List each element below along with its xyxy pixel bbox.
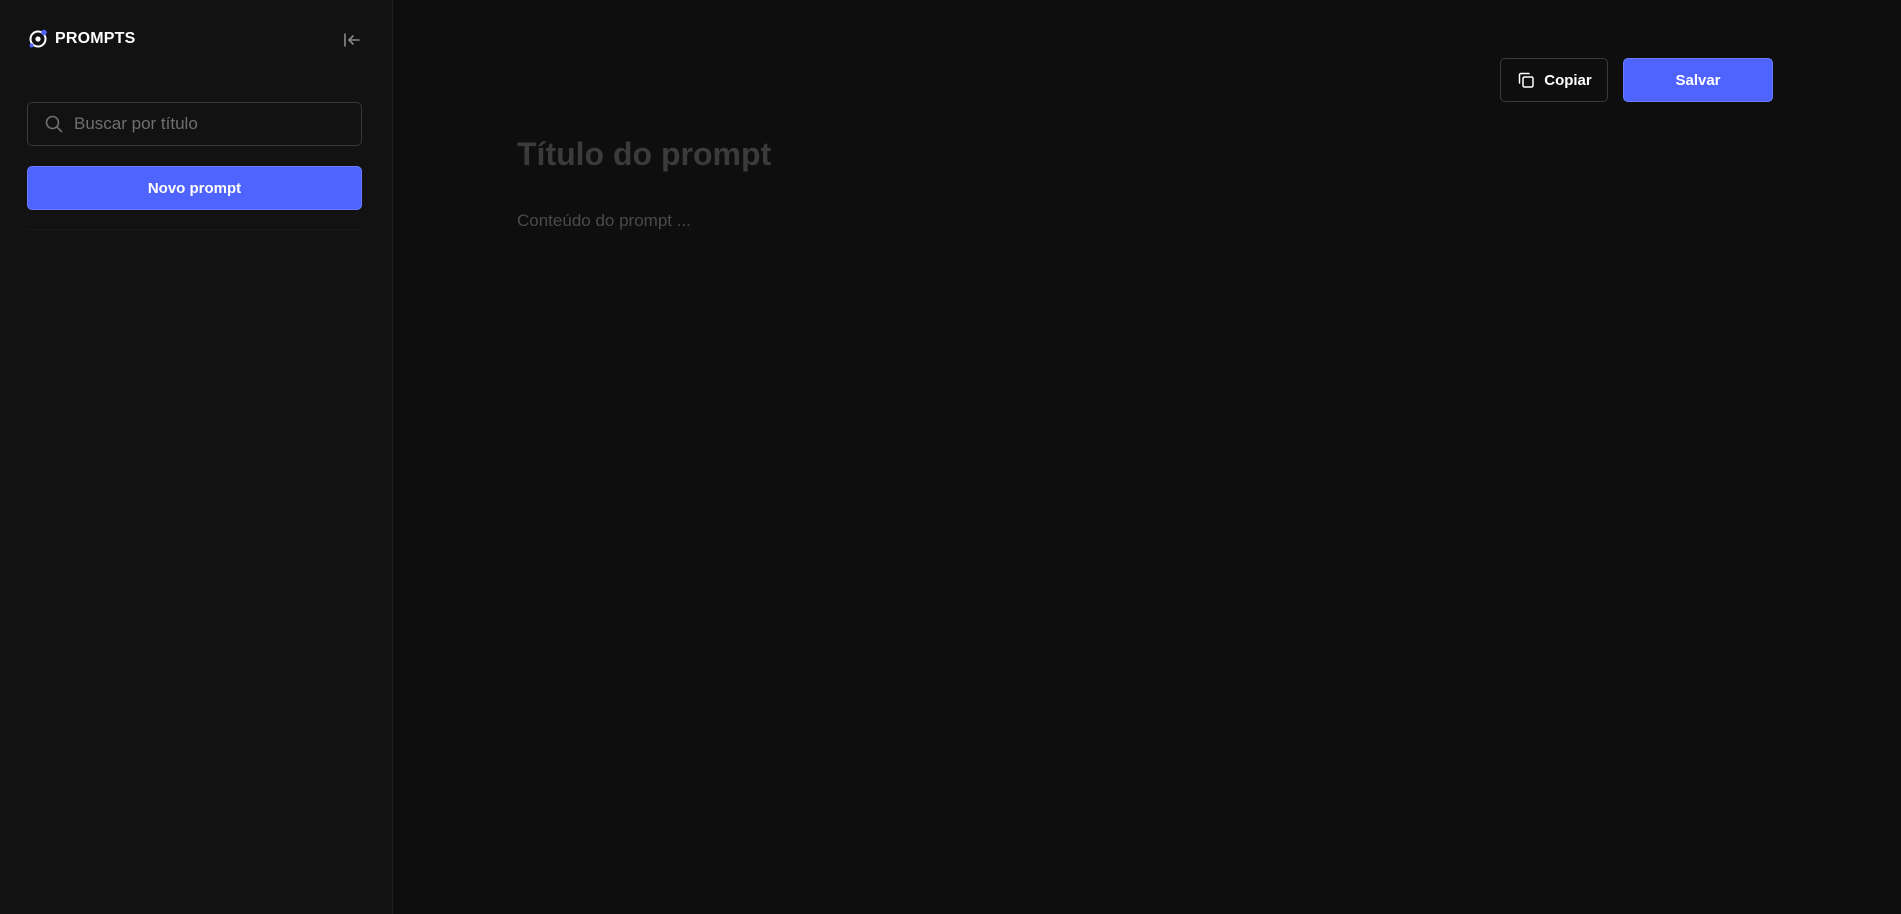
search-field[interactable]: [27, 102, 362, 146]
sidebar-divider: [27, 229, 362, 230]
save-button[interactable]: Salvar: [1623, 58, 1773, 102]
prompt-content-textarea[interactable]: [517, 207, 1617, 807]
brand-name: PROMPTS: [55, 30, 136, 47]
brand: PROMPTS: [27, 28, 136, 50]
app-root: PROMPTS Novo prompt Copiar: [0, 0, 1901, 914]
prompts-logo-icon: [29, 29, 47, 48]
collapse-sidebar-button[interactable]: [339, 27, 365, 53]
copy-button[interactable]: Copiar: [1500, 58, 1608, 102]
search-input[interactable]: [74, 114, 344, 134]
search-icon: [45, 115, 63, 133]
copy-icon: [1518, 72, 1534, 88]
editor-area: Copiar Salvar: [393, 0, 1901, 914]
new-prompt-button[interactable]: Novo prompt: [27, 166, 362, 210]
collapse-sidebar-icon: [344, 33, 360, 47]
copy-button-label: Copiar: [1544, 71, 1592, 89]
sidebar: PROMPTS Novo prompt: [0, 0, 393, 914]
prompt-title-input[interactable]: [517, 130, 1417, 178]
